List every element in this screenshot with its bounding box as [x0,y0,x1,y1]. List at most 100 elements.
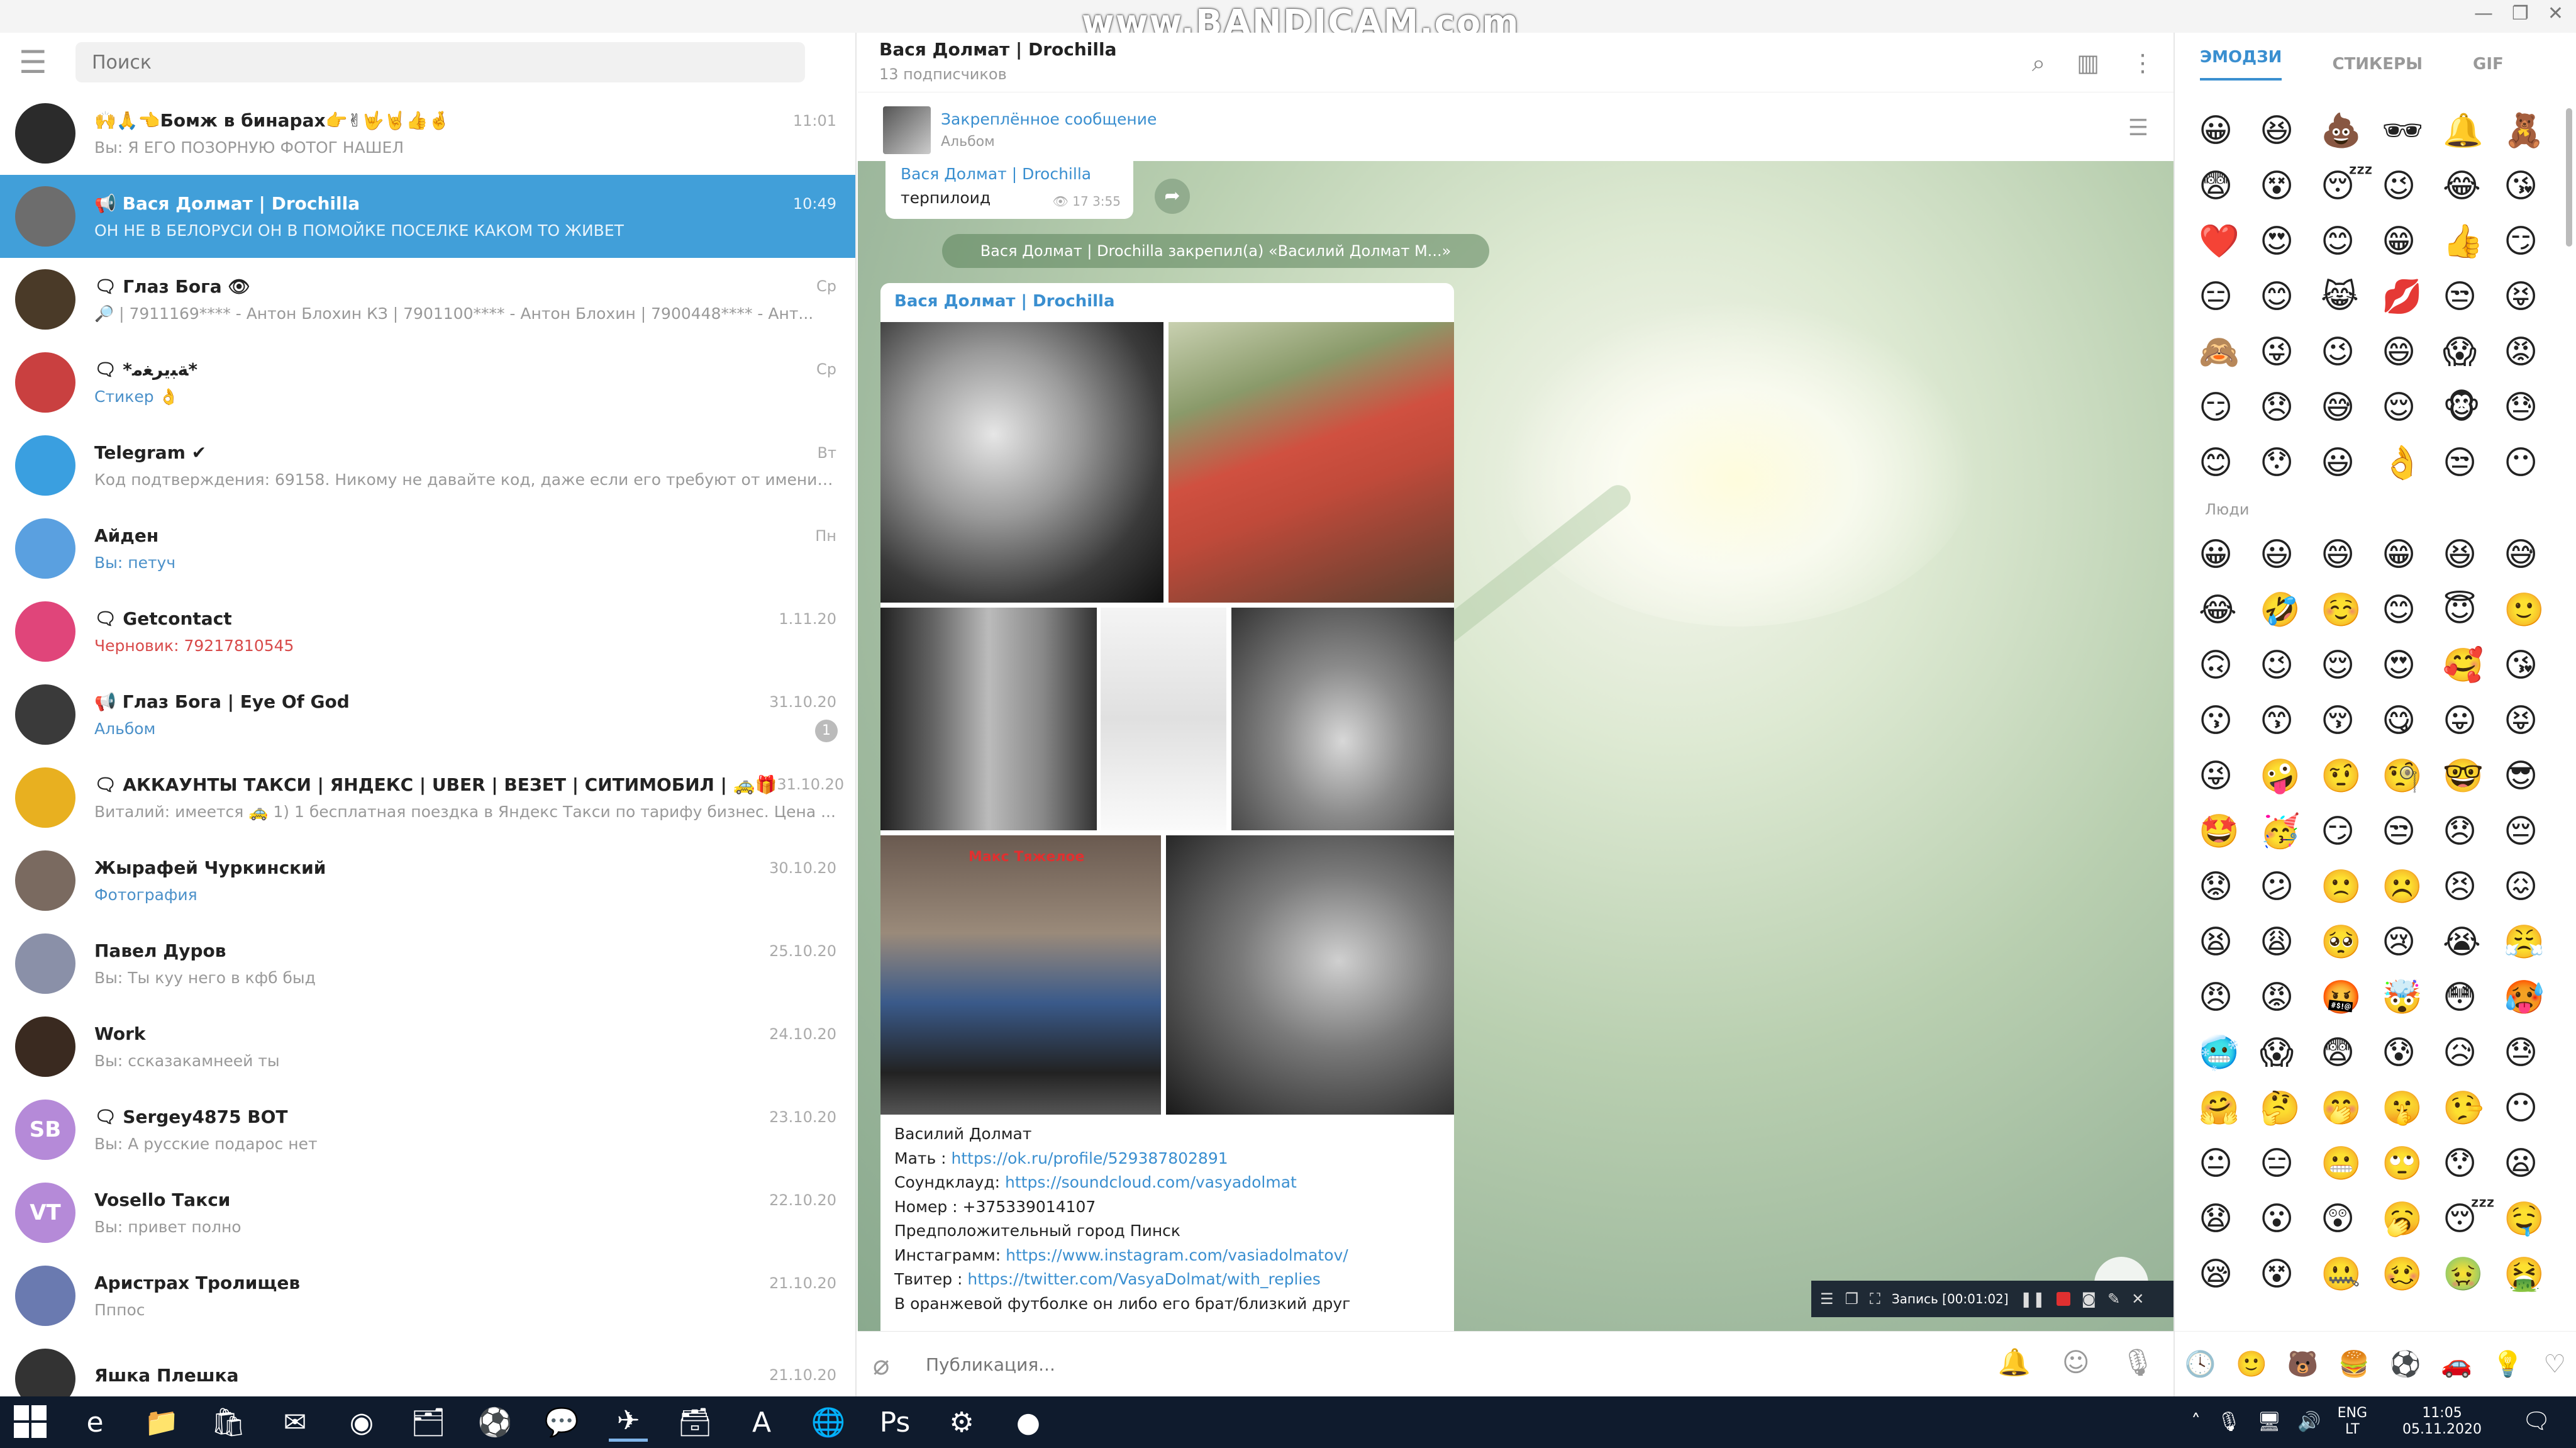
emoji-item[interactable]: 😜 [2260,331,2321,374]
emoji-item[interactable]: 😞 [2443,810,2504,853]
emoji-item[interactable]: 😘 [2504,165,2565,208]
taskbar-app-icon[interactable]: 🛍 [209,1403,248,1442]
emoji-item[interactable]: ❤️ [2199,220,2260,263]
emoji-item[interactable]: 🥵 [2504,976,2565,1019]
pinned-message-bar[interactable]: Закреплённое сообщение Альбом ☰ [858,92,2174,161]
avatar[interactable] [15,850,75,911]
emoji-tab-gif[interactable]: GIF [2473,55,2504,74]
emoji-item[interactable]: 😨 [2199,165,2260,208]
windows-start-icon[interactable] [14,1405,47,1438]
chat-list-item[interactable]: Аристрах Тролищев 21.10.20 Пппос [0,1254,855,1337]
chat-list-item[interactable]: Павел Дуров 25.10.20 Вы: Ты куу него в кфб… [0,922,855,1005]
emoji-item[interactable]: 🤥 [2443,1087,2504,1130]
emoji-item[interactable]: 😩 [2260,921,2321,964]
emoji-category-icon[interactable]: 💡 [2492,1349,2524,1379]
chat-list-item[interactable]: VT Vosello Такси 22.10.20 Вы: привет полно [0,1171,855,1254]
emoji-item[interactable]: 😋 [2382,699,2443,742]
emoji-item[interactable]: 🥴 [2382,1253,2443,1296]
emoji-item[interactable]: 😨 [2321,1032,2382,1074]
emoji-category-icon[interactable]: 🍔 [2338,1349,2370,1379]
emoji-item[interactable]: 😑 [2260,1142,2321,1185]
emoji-item[interactable]: 🤫 [2382,1087,2443,1130]
taskbar-app-icon[interactable]: Ps [875,1403,914,1442]
emoji-item[interactable]: 😐 [2199,1142,2260,1185]
avatar[interactable] [15,767,75,828]
close-icon[interactable]: ✕ [2131,1290,2144,1308]
avatar[interactable] [15,352,75,413]
emoji-item[interactable]: 😟 [2199,866,2260,908]
emoji-item[interactable]: 🙂 [2504,589,2565,632]
emoji-item[interactable]: 😏 [2199,386,2260,429]
emoji-icon[interactable]: ☺ [2062,1347,2090,1378]
emoji-item[interactable]: 😰 [2382,1032,2443,1074]
avatar[interactable] [15,269,75,330]
network-icon[interactable]: 🖥 [2257,1411,2281,1433]
emoji-item[interactable]: 😔 [2504,810,2565,853]
emoji-item[interactable]: 😒 [2382,810,2443,853]
emoji-item[interactable]: 😤 [2504,921,2565,964]
emoji-item[interactable]: 😓 [2504,386,2565,429]
chat-list-item[interactable]: Жырафей Чуркинский 30.10.20 Фотография [0,839,855,922]
emoji-item[interactable]: 😁 [2382,220,2443,263]
post-link[interactable]: https://www.instagram.com/vasiadolmatov/ [1006,1246,1348,1264]
emoji-item[interactable]: 😙 [2260,699,2321,742]
emoji-item[interactable]: 😥 [2443,1032,2504,1074]
emoji-category-icon[interactable]: 🙂 [2236,1349,2267,1379]
emoji-item[interactable]: 😵 [2260,1253,2321,1296]
emoji-item[interactable]: 😞 [2260,386,2321,429]
taskbar-app-icon[interactable]: 🌐 [809,1403,848,1442]
chat-list-item[interactable]: 📢 Вася Долмат | Drochilla 10:49 ОН НЕ В БЕ… [0,175,855,258]
emoji-item[interactable]: 😃 [2321,442,2382,484]
emoji-item[interactable]: 😍 [2260,220,2321,263]
message-bubble[interactable]: Вася Долмат | Drochilla терпилоид 👁 17 3… [886,161,1133,219]
emoji-item[interactable]: 😀 [2199,109,2260,152]
search-input[interactable] [75,42,805,82]
microphone-icon[interactable]: 🎙 [2217,1411,2241,1433]
emoji-item[interactable]: 🕶 [2382,109,2443,152]
emoji-item[interactable]: 😭 [2443,921,2504,964]
emoji-item[interactable]: 😄 [2321,533,2382,576]
emoji-item[interactable]: 😑 [2199,276,2260,318]
emoji-item[interactable]: 😅 [2504,533,2565,576]
album-post[interactable]: Вася Долмат | Drochilla Макс Тяжелое Вас… [880,283,1454,1331]
more-icon[interactable]: ⋮ [2131,49,2155,77]
emoji-item[interactable]: ☺️ [2321,589,2382,632]
chat-list-item[interactable]: 🗨 Getcontact 1.11.20 Черновик: 79217810545 [0,590,855,673]
avatar[interactable] [15,1349,75,1396]
taskbar-app-icon[interactable]: ✈ [609,1403,648,1442]
emoji-item[interactable]: 😒 [2443,442,2504,484]
emoji-tab-stickers[interactable]: СТИКЕРЫ [2332,55,2423,74]
emoji-item[interactable]: 😅 [2321,386,2382,429]
emoji-item[interactable]: 🤬 [2321,976,2382,1019]
pause-icon[interactable]: ❚❚ [2020,1290,2045,1308]
avatar[interactable] [15,684,75,745]
emoji-item[interactable]: 🔔 [2443,109,2504,152]
taskbar-app-icon[interactable]: ✉ [275,1403,314,1442]
emoji-item[interactable]: 😌 [2321,644,2382,687]
emoji-item[interactable]: 😡 [2504,331,2565,374]
emoji-item[interactable]: 😶 [2504,442,2565,484]
emoji-item[interactable]: 😧 [2199,1198,2260,1240]
post-author[interactable]: Вася Долмат | Drochilla [894,292,1115,311]
camera-icon[interactable]: ◙ [2082,1290,2096,1308]
emoji-item[interactable]: 😉 [2321,331,2382,374]
emoji-item[interactable]: 😝 [2504,699,2565,742]
emoji-item[interactable]: 😹 [2321,276,2382,318]
emoji-item[interactable]: 😆 [2443,533,2504,576]
emoji-item[interactable]: 🧐 [2382,755,2443,798]
emoji-item[interactable]: 👍 [2443,220,2504,263]
chevron-up-icon[interactable]: ˄ [2191,1411,2201,1433]
emoji-item[interactable]: 😬 [2321,1142,2382,1185]
album-photo[interactable] [1101,608,1226,830]
emoji-item[interactable]: 😄 [2382,331,2443,374]
emoji-item[interactable]: 😏 [2504,220,2565,263]
chat-list-item[interactable]: 📢 Глаз Бога | Eye Of God 31.10.20 Альбом 1 [0,673,855,756]
emoji-item[interactable]: 🤢 [2443,1253,2504,1296]
taskbar-app-icon[interactable]: ◉ [342,1403,381,1442]
emoji-item[interactable]: 😍 [2382,644,2443,687]
emoji-item[interactable]: 🤤 [2504,1198,2565,1240]
album-photo[interactable] [880,608,1097,830]
emoji-item[interactable]: 😪 [2199,1253,2260,1296]
attach-icon[interactable]: ⌀ [873,1349,890,1381]
emoji-item[interactable]: 😴 [2321,165,2382,208]
